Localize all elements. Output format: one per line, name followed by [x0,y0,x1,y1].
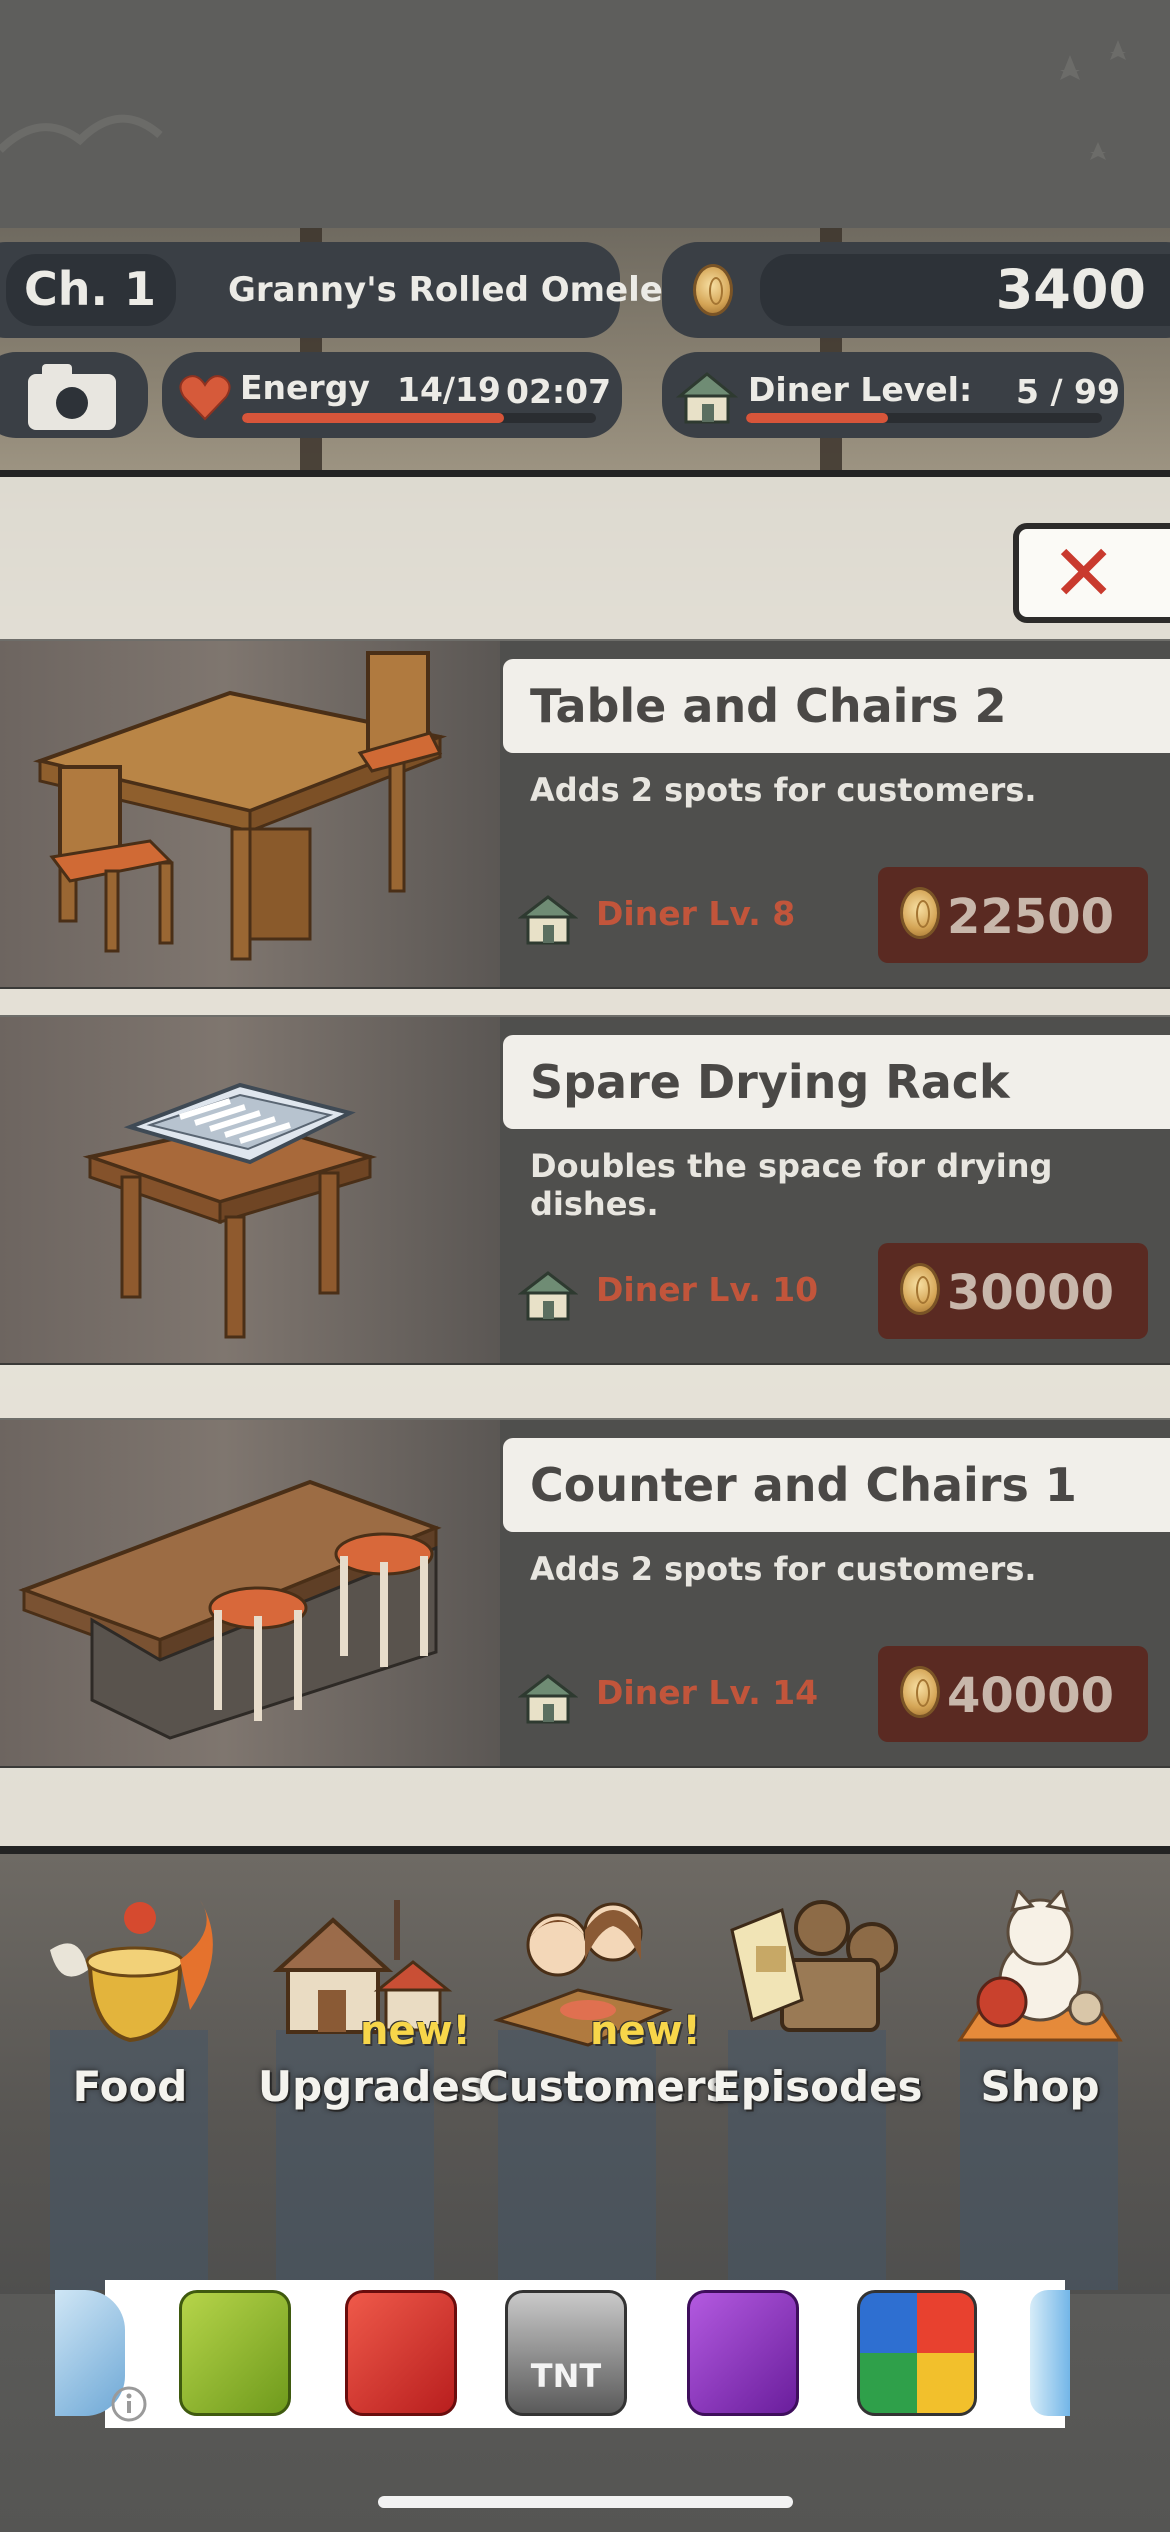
nav-label: Shop [980,2062,1100,2111]
drying-rack-illustration [82,1082,378,1339]
upgrade-card-table-and-chairs-2[interactable]: Table and Chairs 2 Adds 2 spots for cust… [0,639,1170,989]
item-title: Table and Chairs 2 [530,679,1007,733]
nav-label: Episodes [712,2062,923,2111]
item-requirement: Diner Lv. 14 [596,1673,819,1712]
buy-button[interactable]: 30000 [878,1243,1148,1339]
counter-and-chairs-illustration [18,1479,442,1740]
item-price: 30000 [947,1265,1114,1321]
home-indicator[interactable] [378,2496,793,2508]
tnt-label: TNT [530,2357,602,2395]
diner-level-bar-fill [746,413,889,423]
diner-level-label: Diner Level: [748,370,973,409]
hud-divider [0,470,1170,477]
close-x-icon: ✕ [1051,529,1117,619]
game-screen: Ch. 1 Granny's Rolled Omelet 3400 Energy… [0,0,1170,2532]
item-description: Doubles the space for drying dishes. [530,1147,1053,1223]
nav-food[interactable]: Food [30,1890,230,2111]
item-title: Spare Drying Rack [530,1055,1010,1109]
coin-icon [900,1666,940,1718]
film-projector-icon [730,1900,898,2032]
energy-timer: 02:07 [506,372,612,411]
house-icon [518,1674,578,1724]
coin-icon [900,887,940,939]
new-badge: new! [590,2008,701,2054]
camera-icon [28,364,116,430]
item-description: Adds 2 spots for customers. [530,1550,1037,1588]
item-requirement: Diner Lv. 8 [596,894,796,933]
item-art [0,641,500,987]
item-price: 40000 [947,1668,1114,1724]
buy-button[interactable]: 22500 [878,867,1148,963]
decorative-clouds [0,40,1126,160]
energy-bar-fill [242,413,504,423]
nav-customers[interactable]: new! Customers [478,1890,731,2111]
item-art [0,1420,500,1766]
house-icon [518,895,578,945]
ad-tnt-block-icon: TNT [505,2290,627,2416]
nav-label: Customers [478,2062,731,2111]
camera-button[interactable] [0,352,148,438]
ad-banner[interactable]: TNT [55,2280,1070,2428]
item-art [0,1017,500,1363]
item-description: Adds 2 spots for customers. [530,771,1037,809]
food-pot-icon [50,1900,213,2043]
item-title: Counter and Chairs 1 [530,1458,1077,1512]
recipe-name: Granny's Rolled Omelet [228,270,680,310]
energy-label: Energy [240,368,370,407]
coin-icon [693,264,733,316]
ad-red-block-icon [345,2290,457,2416]
house-icon [676,372,738,424]
info-icon[interactable] [109,2384,149,2424]
upgrade-card-counter-and-chairs-1[interactable]: Counter and Chairs 1 Adds 2 spots for cu… [0,1418,1170,1768]
diner-level-bar [746,413,1102,423]
ad-rubik-cube-icon [857,2290,977,2416]
energy-value: 14/19 [397,370,501,409]
ad-blue-block-icon [1030,2290,1070,2416]
coin-balance: 3400 [995,258,1146,321]
diner-level-value: 5 / 99 [1016,372,1120,411]
nav-label: Upgrades [258,2062,485,2111]
nav-divider [0,1846,1170,1854]
upgrade-card-spare-drying-rack[interactable]: Spare Drying Rack Doubles the space for … [0,1015,1170,1365]
close-button[interactable]: ✕ [1013,523,1170,623]
item-price: 22500 [947,889,1114,945]
ad-green-block-icon [179,2290,291,2416]
nav-shop[interactable]: Shop [940,1886,1140,2111]
ad-purple-block-icon [687,2290,799,2416]
house-icon [518,1271,578,1321]
energy-bar [242,413,596,423]
table-and-chairs-illustration [32,651,447,961]
coin-icon [900,1263,940,1315]
buy-button[interactable]: 40000 [878,1646,1148,1742]
chapter-label: Ch. 1 [24,262,157,316]
item-requirement: Diner Lv. 10 [596,1270,819,1309]
nav-label: Food [72,2062,188,2111]
nav-episodes[interactable]: Episodes [712,1890,923,2111]
background-sky [0,0,1170,230]
heart-icon [179,375,231,421]
nav-upgrades[interactable]: new! Upgrades [258,1890,485,2111]
new-badge: new! [360,2008,471,2054]
lucky-cat-icon [957,1886,1123,2042]
